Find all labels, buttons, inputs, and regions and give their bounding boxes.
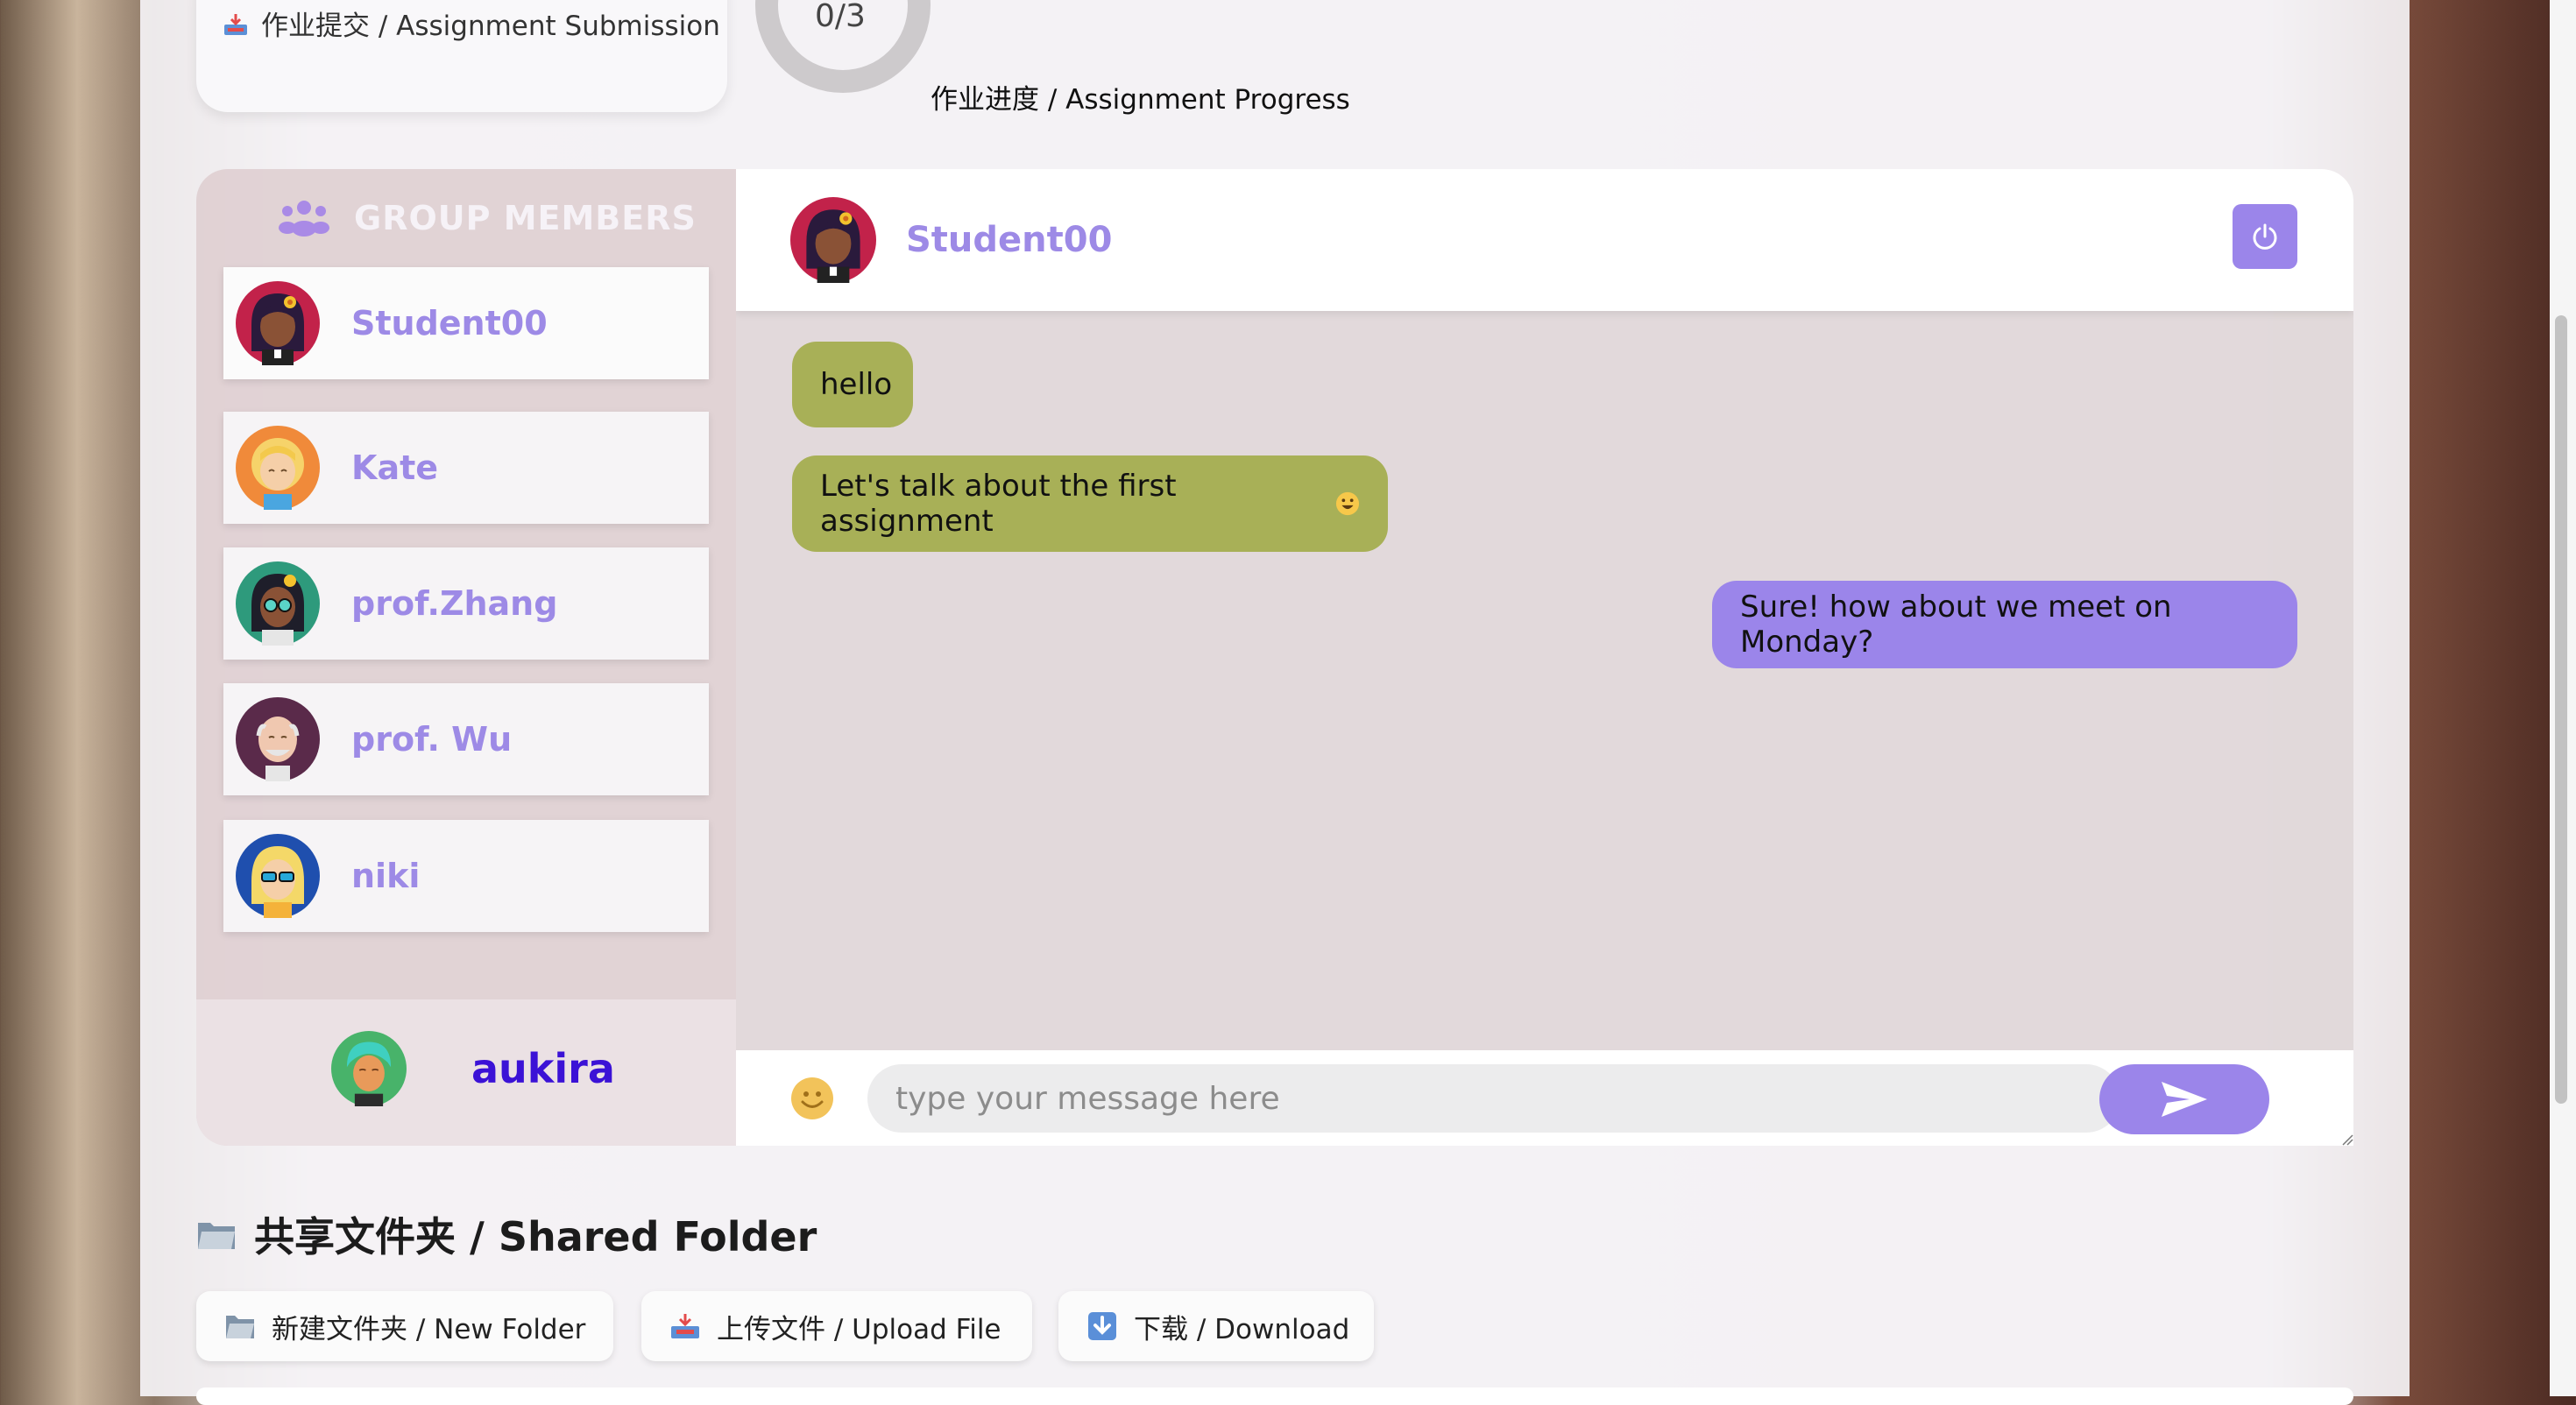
avatar-woman-sunglasses-icon <box>236 834 320 918</box>
message-composer <box>736 1050 2353 1146</box>
avatar-woman-flower-icon <box>790 197 876 283</box>
message-input[interactable] <box>867 1064 2120 1133</box>
message-bubble-outgoing: Sure! how about we meet on Monday? <box>1712 581 2297 668</box>
scrollbar-thumb[interactable] <box>2555 315 2567 1104</box>
member-name: niki <box>351 857 421 895</box>
logout-button[interactable] <box>2233 204 2297 269</box>
emoji-picker-icon[interactable] <box>790 1077 834 1120</box>
member-name: Student00 <box>351 304 548 342</box>
member-name: Kate <box>351 448 439 487</box>
send-icon <box>2162 1082 2207 1117</box>
avatar-old-man-icon <box>236 697 320 781</box>
inbox-tray-icon <box>671 1314 699 1338</box>
current-user[interactable]: aukira <box>331 1031 615 1106</box>
send-button[interactable] <box>2099 1064 2269 1134</box>
avatar-woman-flower-icon <box>236 281 320 365</box>
assignment-submission-card[interactable]: 作业提交 / Assignment Submission <box>196 0 727 112</box>
shared-folder-title: 共享文件夹 / Shared Folder <box>196 1205 817 1263</box>
chat-contact-name: Student00 <box>906 220 1113 260</box>
group-members-header: GROUP MEMBERS <box>277 195 697 241</box>
smile-emoji-icon <box>1335 491 1360 516</box>
progress-count: 0/3 <box>815 0 866 34</box>
member-item-prof-zhang[interactable]: prof.Zhang <box>223 547 709 660</box>
progress-label: 作业进度 / Assignment Progress <box>931 84 1350 116</box>
group-members-panel: GROUP MEMBERS Student00 Kate prof.Zhang … <box>196 169 736 1146</box>
avatar-woman-glasses-icon <box>236 561 320 646</box>
avatar-teal-hair-icon <box>331 1031 407 1106</box>
member-item-prof-wu[interactable]: prof. Wu <box>223 683 709 795</box>
message-bubble-incoming: hello <box>792 342 913 427</box>
users-icon <box>279 201 329 237</box>
chat-header: Student00 <box>736 169 2353 311</box>
new-folder-button[interactable]: 新建文件夹 / New Folder <box>196 1291 613 1361</box>
folder-icon <box>226 1316 254 1338</box>
upload-file-button[interactable]: 上传文件 / Upload File <box>641 1291 1032 1361</box>
power-icon <box>2253 223 2277 250</box>
member-item-niki[interactable]: niki <box>223 820 709 932</box>
current-user-box: aukira <box>196 999 736 1146</box>
chat-panel: Student00 hello Let's talk about the fir… <box>736 169 2353 1146</box>
member-name: prof. Wu <box>351 720 513 759</box>
inbox-tray-icon <box>224 14 247 35</box>
resize-grip-icon[interactable] <box>2339 1132 2353 1146</box>
avatar-blonde-woman-icon <box>236 426 320 510</box>
file-list-area <box>196 1387 2353 1405</box>
group-members-title: GROUP MEMBERS <box>354 199 697 237</box>
down-arrow-icon <box>1088 1312 1116 1340</box>
assignment-submission-label: 作业提交 / Assignment Submission <box>223 4 720 43</box>
folder-icon <box>198 1223 235 1249</box>
current-user-name: aukira <box>471 1045 615 1092</box>
member-item-student00[interactable]: Student00 <box>223 267 709 379</box>
download-button[interactable]: 下载 / Download <box>1058 1291 1374 1361</box>
member-item-kate[interactable]: Kate <box>223 412 709 524</box>
message-bubble-incoming: Let's talk about the first assignment <box>792 455 1388 552</box>
member-name: prof.Zhang <box>351 584 558 623</box>
